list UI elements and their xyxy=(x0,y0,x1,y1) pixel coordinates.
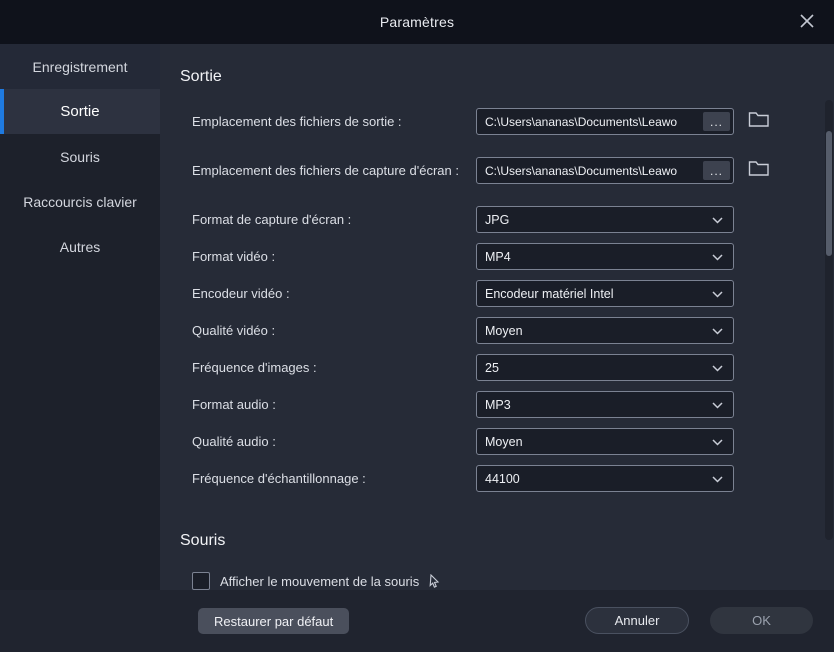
frame-rate-select[interactable]: 25 xyxy=(476,354,734,381)
sidebar-item-label: Raccourcis clavier xyxy=(23,194,137,210)
audio-format-row: Format audio : MP3 xyxy=(192,391,834,418)
field-label: Format vidéo : xyxy=(192,249,476,264)
video-quality-select[interactable]: Moyen xyxy=(476,317,734,344)
settings-content: Sortie Emplacement des fichiers de sorti… xyxy=(160,44,834,590)
chevron-down-icon xyxy=(712,361,723,375)
field-label: Qualité vidéo : xyxy=(192,323,476,338)
audio-quality-row: Qualité audio : Moyen xyxy=(192,428,834,455)
output-folder-row: Emplacement des fichiers de sortie : C:\… xyxy=(192,108,834,135)
video-format-row: Format vidéo : MP4 xyxy=(192,243,834,270)
cancel-button[interactable]: Annuler xyxy=(585,607,689,634)
sidebar-item-souris[interactable]: Souris xyxy=(0,134,160,179)
chevron-down-icon xyxy=(712,398,723,412)
field-label: Emplacement des fichiers de capture d'éc… xyxy=(192,163,476,178)
browse-button[interactable]: ... xyxy=(703,161,730,180)
chevron-down-icon xyxy=(712,213,723,227)
sample-rate-select[interactable]: 44100 xyxy=(476,465,734,492)
open-folder-button[interactable] xyxy=(748,110,770,133)
selected-value: Moyen xyxy=(485,324,523,338)
field-label: Format de capture d'écran : xyxy=(192,212,476,227)
selected-value: 25 xyxy=(485,361,499,375)
chevron-down-icon xyxy=(712,287,723,301)
field-label: Qualité audio : xyxy=(192,434,476,449)
field-label: Emplacement des fichiers de sortie : xyxy=(192,114,476,129)
field-label: Fréquence d'images : xyxy=(192,360,476,375)
output-folder-input[interactable]: C:\Users\ananas\Documents\Leawo ... xyxy=(476,108,734,135)
frame-rate-row: Fréquence d'images : 25 xyxy=(192,354,834,381)
screenshot-folder-input[interactable]: C:\Users\ananas\Documents\Leawo ... xyxy=(476,157,734,184)
sidebar-item-label: Enregistrement xyxy=(33,59,128,75)
footer-bar: Restaurer par défaut Annuler OK xyxy=(0,590,834,652)
mouse-movement-label: Afficher le mouvement de la souris xyxy=(220,574,419,589)
folder-icon xyxy=(748,159,770,182)
video-quality-row: Qualité vidéo : Moyen xyxy=(192,317,834,344)
video-format-select[interactable]: MP4 xyxy=(476,243,734,270)
open-folder-button[interactable] xyxy=(748,159,770,182)
selected-value: MP4 xyxy=(485,250,511,264)
chevron-down-icon xyxy=(712,435,723,449)
titlebar: Paramètres xyxy=(0,0,834,44)
sidebar-item-enregistrement[interactable]: Enregistrement xyxy=(0,44,160,89)
browse-button[interactable]: ... xyxy=(703,112,730,131)
selected-value: Encodeur matériel Intel xyxy=(485,287,614,301)
sidebar-item-raccourcis-clavier[interactable]: Raccourcis clavier xyxy=(0,179,160,224)
screenshot-folder-value: C:\Users\ananas\Documents\Leawo xyxy=(485,164,677,178)
folder-icon xyxy=(748,110,770,133)
screenshot-folder-row: Emplacement des fichiers de capture d'éc… xyxy=(192,157,834,184)
scrollbar-thumb[interactable] xyxy=(826,131,832,256)
chevron-down-icon xyxy=(712,250,723,264)
selected-value: 44100 xyxy=(485,472,520,486)
selected-value: JPG xyxy=(485,213,509,227)
chevron-down-icon xyxy=(712,324,723,338)
restore-defaults-button[interactable]: Restaurer par défaut xyxy=(198,608,349,634)
selected-value: MP3 xyxy=(485,398,511,412)
chevron-down-icon xyxy=(712,472,723,486)
sidebar-item-autres[interactable]: Autres xyxy=(0,224,160,269)
video-encoder-select[interactable]: Encodeur matériel Intel xyxy=(476,280,734,307)
screenshot-format-select[interactable]: JPG xyxy=(476,206,734,233)
sidebar: Enregistrement Sortie Souris Raccourcis … xyxy=(0,44,160,590)
sample-rate-row: Fréquence d'échantillonnage : 44100 xyxy=(192,465,834,492)
section-title-souris: Souris xyxy=(180,532,834,550)
settings-dialog: Paramètres Enregistrement Sortie Souris … xyxy=(0,0,834,652)
sidebar-item-label: Souris xyxy=(60,149,100,165)
video-encoder-row: Encodeur vidéo : Encodeur matériel Intel xyxy=(192,280,834,307)
selected-value: Moyen xyxy=(485,435,523,449)
close-icon xyxy=(799,13,815,34)
close-button[interactable] xyxy=(794,10,820,36)
field-label: Encodeur vidéo : xyxy=(192,286,476,301)
audio-quality-select[interactable]: Moyen xyxy=(476,428,734,455)
sidebar-item-label: Autres xyxy=(60,239,100,255)
mouse-movement-row: Afficher le mouvement de la souris xyxy=(192,568,834,590)
ok-button[interactable]: OK xyxy=(710,607,813,634)
output-folder-value: C:\Users\ananas\Documents\Leawo xyxy=(485,115,677,129)
dialog-title: Paramètres xyxy=(380,14,454,30)
audio-format-select[interactable]: MP3 xyxy=(476,391,734,418)
mouse-movement-checkbox[interactable] xyxy=(192,572,210,590)
field-label: Fréquence d'échantillonnage : xyxy=(192,471,476,486)
scrollbar-track[interactable] xyxy=(825,100,833,540)
field-label: Format audio : xyxy=(192,397,476,412)
sidebar-item-sortie[interactable]: Sortie xyxy=(0,89,160,134)
screenshot-format-row: Format de capture d'écran : JPG xyxy=(192,206,834,233)
mouse-cursor-icon xyxy=(427,574,442,589)
section-title-sortie: Sortie xyxy=(180,68,834,86)
sidebar-item-label: Sortie xyxy=(60,103,99,120)
